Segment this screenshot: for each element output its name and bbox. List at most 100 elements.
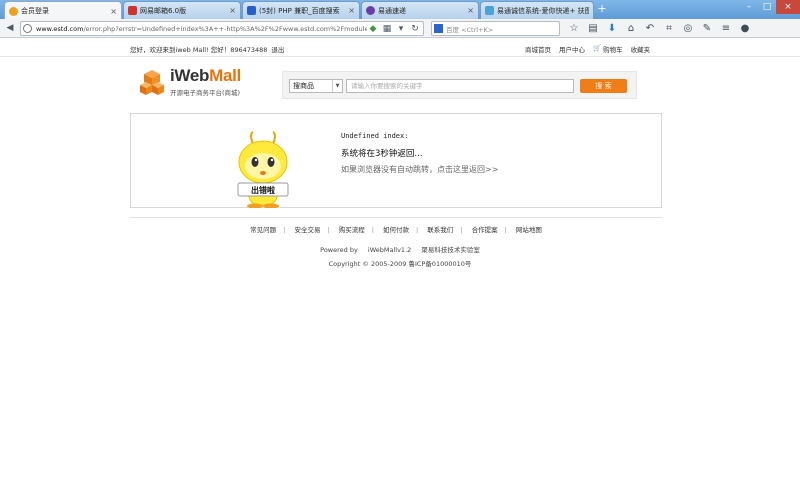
browser-toolbar: ☆ ▤ ⬇ ⌂ ↶ ⌗ ◎ ✎ ≡ ● bbox=[567, 22, 757, 35]
chevron-down-icon: ▼ bbox=[332, 80, 342, 92]
tab-label: (5封) PHP 兼职_百度搜索 bbox=[259, 6, 340, 15]
user-center-link[interactable]: 用户中心 bbox=[559, 44, 585, 54]
url-text[interactable]: www.estd.com/error.php?errstr=Undefined+… bbox=[36, 25, 367, 33]
reload-icon[interactable]: ↻ bbox=[409, 23, 421, 35]
site-topbar: 您好，欢迎来到iweb Mall! 您好！896473488 退出 商城首页 用户… bbox=[0, 39, 800, 57]
browser-navbar: ◀ www.estd.com/error.php?errstr=Undefine… bbox=[0, 19, 800, 38]
welcome-message: 您好，欢迎来到iweb Mall! 您好！896473488 退出 bbox=[130, 44, 284, 54]
search-button[interactable]: 搜 索 bbox=[580, 79, 627, 93]
tab-netease-mail[interactable]: 网易邮箱6.0版 × bbox=[123, 1, 241, 19]
site-search-box: 搜商品 ▼ 请输入你要搜索的关键字 搜 索 bbox=[282, 71, 637, 99]
cart-link[interactable]: 购物车 bbox=[603, 44, 623, 54]
baidu-engine-icon[interactable] bbox=[434, 24, 443, 33]
tab-estd-express[interactable]: 易通速递 × bbox=[361, 1, 479, 19]
separator: | bbox=[283, 226, 286, 234]
credit-system-favicon-icon bbox=[485, 6, 494, 15]
logo-title-part2: Mall bbox=[209, 66, 241, 85]
tab-label: 易通诚信系统-爱你快递+ 扶图通 bbox=[497, 6, 589, 15]
undo-icon[interactable]: ↶ bbox=[643, 22, 657, 35]
secure-trade-link[interactable]: 安全交易 bbox=[294, 226, 320, 234]
urlbar-icons: ◆ ▦ ▾ ↻ bbox=[367, 23, 423, 35]
new-tab-button[interactable]: + bbox=[596, 3, 608, 15]
maximize-button[interactable]: □ bbox=[758, 0, 776, 14]
logo-text: iWebMall 开源电子商务平台(商城) bbox=[170, 66, 241, 97]
error-mascot-icon: 出错啦 bbox=[237, 131, 289, 208]
tab-label: 网易邮箱6.0版 bbox=[140, 6, 187, 15]
download-icon[interactable]: ⬇ bbox=[605, 22, 619, 35]
search-input[interactable]: 请输入你要搜索的关键字 bbox=[346, 79, 574, 93]
url-path: /error.php?errstr=Undefined+index%3A++-h… bbox=[83, 24, 367, 33]
tab-baidu-search[interactable]: (5封) PHP 兼职_百度搜索 × bbox=[242, 1, 360, 19]
menu-icon[interactable]: ≡ bbox=[719, 22, 733, 35]
qr-code-icon[interactable]: ▦ bbox=[381, 23, 393, 35]
separator: | bbox=[327, 226, 330, 234]
netease-mail-favicon-icon bbox=[128, 6, 137, 15]
close-window-button[interactable]: × bbox=[776, 0, 800, 14]
cubes-logo-icon bbox=[140, 69, 164, 95]
crop-icon[interactable]: ⌗ bbox=[662, 22, 676, 35]
browser-tabstrip: 会员登录 × 网易邮箱6.0版 × (5封) PHP 兼职_百度搜索 × 易通速… bbox=[0, 0, 800, 20]
separator: | bbox=[504, 226, 507, 234]
tab-close-icon[interactable]: × bbox=[348, 6, 355, 15]
sitemap-link[interactable]: 网站地图 bbox=[516, 226, 542, 234]
dept-link[interactable]: 聚易科技技术实验室 bbox=[421, 246, 480, 254]
site-top-links: 商城首页 用户中心 🛒 购物车 收藏夹 bbox=[525, 44, 658, 54]
logo-title: iWebMall bbox=[170, 66, 241, 86]
separator: | bbox=[460, 226, 463, 234]
tab-label: 会员登录 bbox=[21, 7, 49, 15]
tab-close-icon[interactable]: × bbox=[467, 6, 474, 15]
baidu-favicon-icon bbox=[247, 6, 256, 15]
manual-redirect-link[interactable]: 如果浏览器没有自动跳转，点击这里返回>> bbox=[341, 164, 498, 175]
mascot-badge-text: 出错啦 bbox=[251, 185, 275, 195]
home-icon[interactable]: ⌂ bbox=[624, 22, 638, 35]
error-panel: 出错啦 Undefined index: 系统将在3秒钟返回... 如果浏览器没… bbox=[130, 113, 662, 208]
estd-favicon-icon bbox=[366, 6, 375, 15]
faq-link[interactable]: 常见问题 bbox=[250, 226, 276, 234]
tab-close-icon[interactable]: × bbox=[110, 7, 117, 16]
footer-links: 常见问题 | 安全交易 | 购买流程 | 如何付款 | 联系我们 | 合作提案 | 网站地图 bbox=[130, 224, 662, 234]
powered-by-label: Powered by bbox=[320, 246, 358, 254]
search-placeholder: 百度 <Ctrl+K> bbox=[446, 25, 494, 34]
welcome-text: 您好，欢迎来到iweb Mall! 您好！896473488 bbox=[130, 46, 268, 54]
chat-icon[interactable]: ● bbox=[738, 22, 752, 35]
url-bar[interactable]: www.estd.com/error.php?errstr=Undefined+… bbox=[20, 21, 424, 36]
logout-link[interactable]: 退出 bbox=[271, 46, 284, 54]
tab-close-icon[interactable]: × bbox=[229, 6, 236, 15]
globe-icon bbox=[23, 24, 32, 33]
powered-by: Powered by iWebMallv1.2 聚易科技技术实验室 bbox=[0, 244, 800, 254]
minimize-button[interactable]: – bbox=[740, 0, 758, 14]
home-link[interactable]: 商城首页 bbox=[525, 44, 551, 54]
partnership-link[interactable]: 合作提案 bbox=[472, 226, 498, 234]
tab-member-login[interactable]: 会员登录 × bbox=[4, 1, 122, 20]
site-logo[interactable]: iWebMall 开源电子商务平台(商城) bbox=[138, 66, 241, 97]
search-type-value: 搜商品 bbox=[293, 82, 314, 90]
back-icon[interactable]: ◀ bbox=[4, 22, 16, 34]
separator: | bbox=[371, 226, 374, 234]
favorites-link[interactable]: 收藏夹 bbox=[631, 44, 651, 54]
purchase-flow-link[interactable]: 购买流程 bbox=[339, 226, 365, 234]
search-type-select[interactable]: 搜商品 ▼ bbox=[289, 79, 343, 93]
copyright: Copyright © 2005-2009 鲁ICP备01000010号 bbox=[328, 260, 472, 268]
separator: | bbox=[416, 226, 419, 234]
tab-label: 易通速递 bbox=[378, 6, 406, 15]
footer-divider bbox=[130, 217, 662, 218]
screenshot-icon[interactable]: ◎ bbox=[681, 22, 695, 35]
bookmark-star-icon[interactable]: ☆ bbox=[567, 22, 581, 35]
shopping-cart-icon[interactable]: 🛒 bbox=[593, 44, 601, 54]
url-host: www.estd.com bbox=[36, 24, 84, 33]
contact-link[interactable]: 联系我们 bbox=[427, 226, 453, 234]
redirect-countdown: 系统将在3秒钟返回... bbox=[341, 149, 423, 159]
logo-subtitle: 开源电子商务平台(商城) bbox=[170, 89, 241, 97]
how-to-pay-link[interactable]: 如何付款 bbox=[383, 226, 409, 234]
error-message: Undefined index: bbox=[341, 132, 409, 140]
tab-estd-credit[interactable]: 易通诚信系统-爱你快递+ 扶图通 bbox=[480, 1, 594, 19]
browser-search-bar[interactable]: 百度 <Ctrl+K> bbox=[431, 21, 560, 36]
dropdown-arrow-icon[interactable]: ▾ bbox=[395, 23, 407, 35]
shield-icon[interactable]: ◆ bbox=[367, 23, 379, 35]
reading-list-icon[interactable]: ▤ bbox=[586, 22, 600, 35]
member-login-favicon-icon bbox=[9, 6, 18, 16]
tools-icon[interactable]: ✎ bbox=[700, 22, 714, 35]
product-link[interactable]: iWebMallv1.2 bbox=[368, 246, 411, 254]
window-controls: – □ × bbox=[740, 0, 800, 14]
logo-title-part1: iWeb bbox=[170, 66, 210, 85]
